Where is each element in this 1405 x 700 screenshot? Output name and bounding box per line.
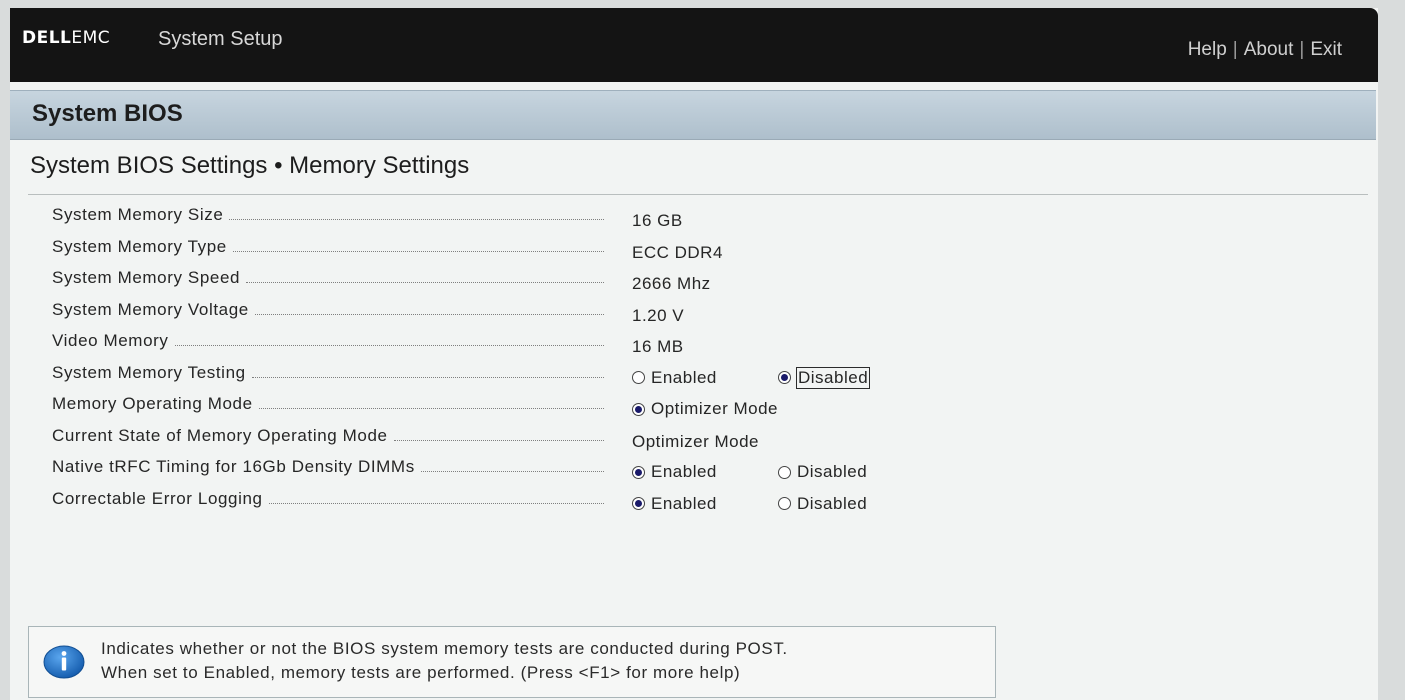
leader-dots bbox=[254, 313, 604, 315]
memory-testing-enabled-radio[interactable]: Enabled bbox=[632, 368, 717, 388]
radio-off-icon bbox=[632, 371, 645, 384]
setting-label: System Memory Speed bbox=[52, 268, 241, 287]
setting-label: System Memory Testing bbox=[52, 362, 246, 382]
memory-testing-disabled-radio[interactable]: Disabled bbox=[778, 366, 871, 389]
title-divider bbox=[28, 194, 1368, 195]
native-trfc-disabled-radio[interactable]: Disabled bbox=[778, 462, 867, 482]
exit-link[interactable]: Exit bbox=[1310, 39, 1342, 60]
leader-dots bbox=[268, 502, 604, 504]
radio-on-icon bbox=[778, 371, 791, 384]
setting-row-native-trfc: Native tRFC Timing for 16Gb Density DIMM… bbox=[52, 454, 1352, 486]
nav-separator: | bbox=[1299, 39, 1305, 60]
help-link[interactable]: Help bbox=[1188, 39, 1227, 60]
dell-emc-logo: DELLEMC bbox=[22, 28, 110, 48]
nav-separator: | bbox=[1232, 39, 1238, 60]
setting-row-video-memory: Video Memory 16 MB bbox=[52, 328, 1352, 360]
leader-dots bbox=[258, 407, 604, 409]
settings-list: System Memory Size 16 GB System Memory T… bbox=[52, 202, 1352, 517]
leader-dots bbox=[393, 439, 604, 441]
setting-label: Memory Operating Mode bbox=[52, 394, 253, 413]
setting-label: System Memory Type bbox=[52, 236, 227, 256]
radio-on-icon bbox=[632, 402, 645, 416]
info-icon bbox=[43, 645, 85, 679]
setting-label: Current State of Memory Operating Mode bbox=[52, 425, 388, 445]
help-line-2: When set to Enabled, memory tests are pe… bbox=[101, 663, 741, 682]
setting-row-memory-voltage: System Memory Voltage 1.20 V bbox=[52, 297, 1352, 329]
help-panel: Indicates whether or not the BIOS system… bbox=[28, 626, 996, 698]
optimizer-mode-radio[interactable]: Optimizer Mode bbox=[632, 399, 778, 419]
setting-row-memory-type: System Memory Type ECC DDR4 bbox=[52, 234, 1352, 266]
error-logging-enabled-radio[interactable]: Enabled bbox=[632, 494, 717, 514]
setting-row-memory-size: System Memory Size 16 GB bbox=[52, 202, 1352, 234]
setting-value: 16 GB bbox=[632, 211, 683, 230]
top-bar: DELLEMC System Setup Help | About | Exit bbox=[10, 8, 1378, 82]
app-title: System Setup bbox=[158, 28, 283, 50]
about-link[interactable]: About bbox=[1244, 39, 1294, 60]
native-trfc-enabled-radio[interactable]: Enabled bbox=[632, 462, 717, 482]
logo-brand: DELL bbox=[22, 28, 72, 48]
setting-label: Native tRFC Timing for 16Gb Density DIMM… bbox=[52, 457, 415, 476]
bios-window: DELLEMC System Setup Help | About | Exit Sys… bbox=[10, 8, 1378, 700]
setting-row-operating-mode: Memory Operating Mode Optimizer Mode bbox=[52, 391, 1352, 423]
radio-on-icon bbox=[632, 465, 645, 479]
setting-value: 1.20 V bbox=[632, 305, 685, 325]
setting-row-current-operating-mode: Current State of Memory Operating Mode O… bbox=[52, 423, 1352, 455]
setting-value: ECC DDR4 bbox=[632, 242, 723, 262]
section-header: System BIOS bbox=[10, 90, 1376, 140]
top-nav: Help | About | Exit bbox=[1188, 39, 1342, 61]
leader-dots bbox=[246, 281, 604, 283]
leader-dots bbox=[232, 250, 604, 252]
setting-label: Video Memory bbox=[52, 331, 169, 350]
error-logging-disabled-radio[interactable]: Disabled bbox=[778, 494, 867, 514]
setting-label: System Memory Size bbox=[52, 205, 224, 224]
radio-off-icon bbox=[778, 465, 791, 479]
leader-dots bbox=[174, 344, 604, 346]
radio-on-icon bbox=[632, 497, 645, 510]
page-title: System BIOS Settings • Memory Settings bbox=[30, 152, 470, 179]
leader-dots bbox=[229, 218, 604, 220]
radio-off-icon bbox=[778, 497, 791, 510]
logo-suffix: EMC bbox=[71, 28, 111, 48]
setting-row-error-logging: Correctable Error Logging Enabled Disabl… bbox=[52, 486, 1352, 518]
setting-value: Optimizer Mode bbox=[632, 431, 759, 451]
section-title: System BIOS bbox=[32, 100, 183, 127]
help-line-1: Indicates whether or not the BIOS system… bbox=[101, 639, 788, 658]
leader-dots bbox=[420, 470, 604, 472]
setting-row-memory-speed: System Memory Speed 2666 Mhz bbox=[52, 265, 1352, 297]
setting-row-memory-testing: System Memory Testing Enabled Disabled bbox=[52, 360, 1352, 392]
setting-value: 16 MB bbox=[632, 337, 684, 356]
help-text: Indicates whether or not the BIOS system… bbox=[101, 637, 788, 685]
setting-value: 2666 Mhz bbox=[632, 274, 711, 293]
setting-label: System Memory Voltage bbox=[52, 299, 249, 319]
setting-label: Correctable Error Logging bbox=[52, 488, 263, 508]
leader-dots bbox=[251, 376, 604, 378]
